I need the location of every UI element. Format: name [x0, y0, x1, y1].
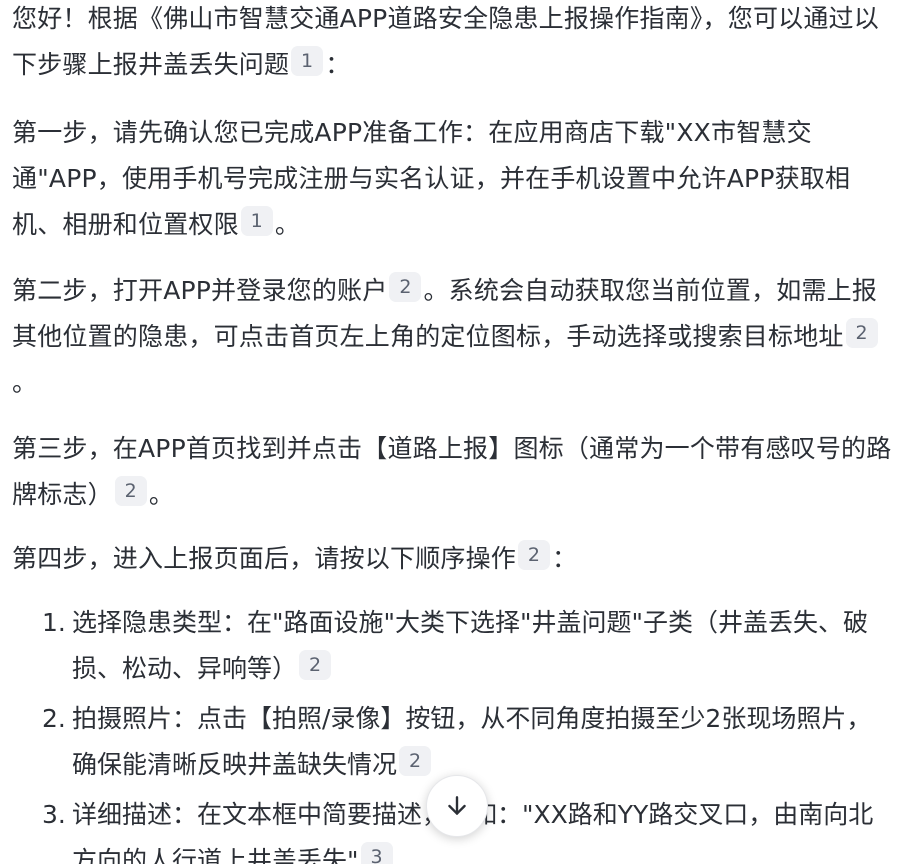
step3-paragraph: 第三步，在APP首页找到并点击【道路上报】图标（通常为一个带有感叹号的路牌标志）…	[12, 426, 896, 518]
list-number: 3.	[42, 800, 66, 829]
citation-badge[interactable]: 2	[399, 746, 432, 776]
step1-text: 第一步，请先确认您已完成APP准备工作：在应用商店下载"XX市智慧交通"APP，…	[12, 118, 851, 239]
citation-badge[interactable]: 3	[360, 842, 393, 864]
citation-badge[interactable]: 2	[114, 476, 147, 506]
citation-badge[interactable]: 1	[240, 206, 273, 236]
list-number: 1.	[42, 608, 66, 637]
scroll-to-bottom-button[interactable]	[426, 775, 488, 837]
list-item-text: 选择隐患类型：在"路面设施"大类下选择"井盖问题"子类（井盖丢失、破损、松动、异…	[72, 608, 868, 683]
intro-paragraph: 您好！根据《佛山市智慧交通APP道路安全隐患上报操作指南》，您可以通过以下步骤上…	[12, 0, 896, 88]
citation-badge[interactable]: 2	[389, 272, 422, 302]
citation-badge[interactable]: 1	[291, 46, 324, 76]
list-item: 1. 选择隐患类型：在"路面设施"大类下选择"井盖问题"子类（井盖丢失、破损、松…	[12, 600, 896, 692]
list-item-text: 拍摄照片：点击【拍照/录像】按钮，从不同角度拍摄至少2张现场照片，确保能清晰反映…	[72, 704, 872, 779]
step2-text-a: 第二步，打开APP并登录您的账户	[12, 276, 388, 305]
step4-text: 第四步，进入上报页面后，请按以下顺序操作	[12, 544, 517, 573]
intro-tail: ：	[325, 50, 351, 79]
step1-tail: 。	[274, 210, 301, 239]
step2-paragraph: 第二步，打开APP并登录您的账户 2 。系统会自动获取您当前位置，如需上报其他位置的…	[12, 268, 896, 406]
list-number: 2.	[42, 704, 66, 733]
citation-badge[interactable]: 2	[299, 650, 332, 680]
chat-page: 您好！根据《佛山市智慧交通APP道路安全隐患上报操作指南》，您可以通过以下步骤上…	[0, 0, 912, 864]
step4-tail: ：	[552, 544, 578, 573]
citation-badge[interactable]: 2	[518, 540, 551, 570]
step1-paragraph: 第一步，请先确认您已完成APP准备工作：在应用商店下载"XX市智慧交通"APP，…	[12, 110, 896, 248]
step4-paragraph: 第四步，进入上报页面后，请按以下顺序操作 2：	[12, 536, 896, 582]
step2-tail: 。	[12, 368, 38, 397]
arrow-down-icon	[444, 793, 470, 819]
citation-badge[interactable]: 2	[845, 318, 878, 348]
step3-tail: 。	[148, 480, 175, 509]
intro-text: 您好！根据《佛山市智慧交通APP道路安全隐患上报操作指南》，您可以通过以下步骤上…	[12, 4, 879, 79]
